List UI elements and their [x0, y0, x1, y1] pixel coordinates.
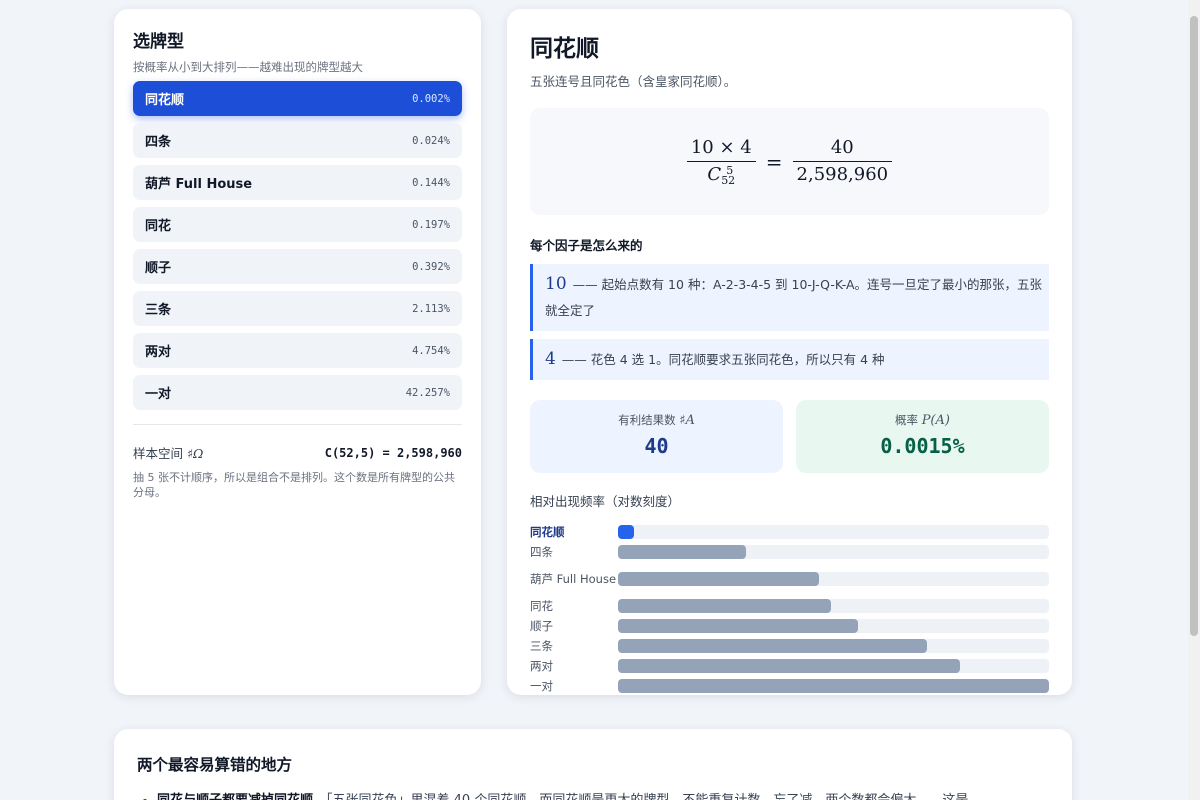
hand-option-name: 同花顺: [145, 93, 185, 108]
frequency-track: [618, 679, 1049, 693]
probability-value: 0.0015%: [880, 434, 965, 458]
scrollbar-thumb[interactable]: [1190, 16, 1198, 636]
panel-title: 选牌型: [133, 32, 184, 52]
factor-explanation: 10 —— 起始点数有 10 种：A-2-3-4-5 到 10-J-Q-K-A。…: [530, 264, 1049, 331]
frequency-row: 同花顺: [530, 522, 1049, 542]
hand-description: 五张连号且同花色（含皇家同花顺）。: [530, 74, 737, 89]
probability-formula: 10 × 4 C 5 52 = 40 2,598,960: [530, 108, 1049, 215]
hand-option-name: 顺子: [145, 261, 172, 276]
hand-option[interactable]: 同花顺 0.002%: [133, 81, 462, 116]
equals-sign: =: [765, 149, 783, 174]
pitfalls-panel: 两个最容易算错的地方 同花与顺子都要减掉同花顺。「五张同花色」里混着 40 个同…: [114, 729, 1072, 800]
hand-option-probability: 0.144%: [412, 176, 450, 189]
frequency-row: 顺子: [530, 616, 1049, 636]
frequency-label: 一对: [530, 678, 553, 693]
frequency-bar: [618, 572, 819, 586]
frequency-bar: [618, 659, 961, 673]
frequency-bar: [618, 525, 634, 539]
frequency-bar: [618, 679, 1049, 693]
hand-title: 同花顺: [530, 36, 599, 62]
hand-detail-panel: 同花顺 五张连号且同花色（含皇家同花顺）。 10 × 4 C 5 52 = 40 2…: [507, 9, 1072, 695]
sample-space-label: 样本空间 ♯Ω: [133, 446, 204, 461]
frequency-bar: [618, 599, 831, 613]
factor-text: —— 花色 4 选 1。同花顺要求五张同花色，所以只有 4 种: [557, 352, 885, 367]
hand-option[interactable]: 顺子 0.392%: [133, 249, 462, 284]
hand-option-probability: 2.113%: [412, 302, 450, 315]
factor-number: 10: [545, 274, 567, 294]
frequency-row: 葫芦 Full House: [530, 562, 1049, 596]
frequency-label: 三条: [530, 638, 553, 653]
pitfall-item: 同花与顺子都要减掉同花顺。「五张同花色」里混着 40 个同花顺，而同花顺是更大的…: [157, 791, 1049, 800]
frequency-track: [618, 525, 1049, 539]
frequency-label: 四条: [530, 544, 553, 559]
hand-option-name: 两对: [145, 345, 172, 360]
frequency-track: [618, 572, 1049, 586]
pitfalls-list: 同花与顺子都要减掉同花顺。「五张同花色」里混着 40 个同花顺，而同花顺是更大的…: [137, 791, 1049, 800]
panel-subtitle: 按概率从小到大排列——越难出现的牌型越大: [133, 60, 363, 74]
frequency-label: 同花: [530, 598, 553, 613]
frequency-track: [618, 599, 1049, 613]
probability-card: 概率 P(A) 0.0015%: [796, 400, 1049, 473]
hand-option[interactable]: 葫芦 Full House 0.144%: [133, 165, 462, 200]
favorable-outcomes-value: 40: [644, 434, 669, 458]
sample-space-value: C(52,5) = 2,598,960: [324, 445, 462, 460]
frequency-row: 一对: [530, 676, 1049, 696]
frequency-bar: [618, 545, 746, 559]
hand-option-name: 一对: [145, 387, 172, 402]
formula-left-fraction: 10 × 4 C 5 52: [686, 137, 756, 187]
frequency-label: 同花顺: [530, 524, 565, 539]
hand-option-name: 葫芦 Full House: [145, 177, 253, 192]
page-scrollbar[interactable]: [1188, 0, 1200, 800]
frequency-label: 葫芦 Full House: [530, 571, 617, 586]
hand-option-probability: 0.002%: [412, 92, 450, 105]
factor-explanation: 4 —— 花色 4 选 1。同花顺要求五张同花色，所以只有 4 种: [530, 339, 1049, 380]
pitfalls-title: 两个最容易算错的地方: [137, 756, 293, 774]
hand-option-probability: 42.257%: [405, 386, 450, 399]
frequency-heading: 相对出现频率（对数刻度）: [530, 494, 681, 509]
hand-selector-panel: 选牌型 按概率从小到大排列——越难出现的牌型越大 同花顺 0.002% 四条 0.02…: [114, 9, 481, 695]
stats-row: 有利结果数 ♯A 40 概率 P(A) 0.0015%: [530, 400, 1049, 473]
frequency-track: [618, 639, 1049, 653]
frequency-track: [618, 545, 1049, 559]
frequency-row: 三条: [530, 636, 1049, 656]
factor-text: —— 起始点数有 10 种：A-2-3-4-5 到 10-J-Q-K-A。连号一…: [545, 277, 1043, 318]
hand-option-name: 同花: [145, 219, 172, 234]
hand-option[interactable]: 一对 42.257%: [133, 375, 462, 410]
hand-option-name: 四条: [145, 135, 172, 150]
factor-list: 10 —— 起始点数有 10 种：A-2-3-4-5 到 10-J-Q-K-A。…: [530, 264, 1049, 380]
hand-option[interactable]: 四条 0.024%: [133, 123, 462, 158]
hand-option[interactable]: 两对 4.754%: [133, 333, 462, 368]
hand-list: 同花顺 0.002% 四条 0.024% 葫芦 Full House 0.144% 同花 0.…: [133, 81, 462, 410]
frequency-label: 顺子: [530, 618, 553, 633]
hand-option-probability: 0.024%: [412, 134, 450, 147]
frequency-track: [618, 659, 1049, 673]
hand-option-probability: 0.197%: [412, 218, 450, 231]
frequency-bar: [618, 639, 928, 653]
factor-number: 4: [545, 349, 556, 369]
frequency-row: 两对: [530, 656, 1049, 676]
hand-option-probability: 0.392%: [412, 260, 450, 273]
divider: [133, 424, 462, 425]
hand-option[interactable]: 同花 0.197%: [133, 207, 462, 242]
hand-option-probability: 4.754%: [412, 344, 450, 357]
frequency-bars: 同花顺四条葫芦 Full House 同花顺子三条两对一对: [530, 522, 1049, 696]
favorable-outcomes-card: 有利结果数 ♯A 40: [530, 400, 783, 473]
formula-right-fraction: 40 2,598,960: [792, 137, 893, 186]
frequency-track: [618, 619, 1049, 633]
frequency-row: 同花: [530, 596, 1049, 616]
hand-option[interactable]: 三条 2.113%: [133, 291, 462, 326]
sample-space-note: 抽 5 张不计顺序，所以是组合不是排列。这个数是所有牌型的公共分母。: [133, 471, 455, 499]
frequency-label: 两对: [530, 658, 553, 673]
sample-space-row: 样本空间 ♯Ω C(52,5) = 2,598,960: [133, 443, 462, 462]
factors-heading: 每个因子是怎么来的: [530, 238, 643, 253]
frequency-bar: [618, 619, 859, 633]
hand-option-name: 三条: [145, 303, 172, 318]
frequency-row: 四条: [530, 542, 1049, 562]
